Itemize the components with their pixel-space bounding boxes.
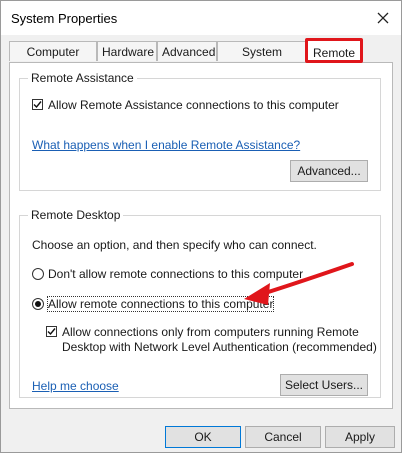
dont-allow-label: Don't allow remote connections to this c…: [48, 267, 304, 281]
nla-label-line-2: Desktop with Network Level Authenticatio…: [62, 340, 377, 354]
tab-remote[interactable]: Remote: [305, 38, 363, 63]
select-users-button[interactable]: Select Users...: [280, 374, 368, 396]
allow-remote-assistance-label: Allow Remote Assistance connections to t…: [48, 98, 339, 112]
group-title: Remote Assistance: [28, 71, 137, 85]
dont-allow-radio[interactable]: [32, 268, 44, 280]
checkmark-icon: [47, 328, 56, 336]
allow-option-row[interactable]: Allow remote connections to this compute…: [32, 296, 275, 312]
allow-radio[interactable]: [32, 298, 44, 310]
ok-button[interactable]: OK: [165, 426, 241, 448]
help-me-choose-link[interactable]: Help me choose: [32, 379, 119, 393]
nla-checkbox[interactable]: [46, 326, 57, 337]
remote-assistance-group: Remote Assistance Allow Remote Assistanc…: [19, 71, 381, 191]
allow-remote-assistance-row[interactable]: Allow Remote Assistance connections to t…: [32, 98, 339, 112]
close-button[interactable]: [365, 1, 401, 35]
radio-selected-dot: [35, 301, 41, 307]
allow-remote-assistance-checkbox[interactable]: [32, 99, 43, 110]
tab-advanced[interactable]: Advanced: [157, 41, 217, 61]
remote-desktop-instruction: Choose an option, and then specify who c…: [32, 238, 317, 252]
title-bar: System Properties: [1, 1, 401, 35]
system-properties-window: System Properties Computer Name Hardware…: [0, 0, 402, 453]
cancel-button[interactable]: Cancel: [245, 426, 321, 448]
advanced-button[interactable]: Advanced...: [290, 160, 368, 182]
tab-system-protection[interactable]: System Protection: [217, 41, 307, 79]
apply-button[interactable]: Apply: [325, 426, 395, 448]
tab-computer-name[interactable]: Computer Name: [9, 41, 97, 79]
remote-desktop-group: Remote Desktop Choose an option, and the…: [19, 208, 381, 398]
remote-assistance-help-link[interactable]: What happens when I enable Remote Assist…: [32, 138, 300, 152]
close-icon: [377, 12, 389, 24]
group-title: Remote Desktop: [28, 208, 124, 222]
allow-label: Allow remote connections to this compute…: [46, 296, 275, 312]
dont-allow-option-row[interactable]: Don't allow remote connections to this c…: [32, 267, 303, 281]
tab-hardware[interactable]: Hardware: [97, 41, 157, 61]
window-title: System Properties: [11, 11, 118, 26]
nla-option-row[interactable]: Allow connections only from computers ru…: [46, 325, 377, 355]
nla-label: Allow connections only from computers ru…: [62, 325, 377, 355]
nla-label-line-1: Allow connections only from computers ru…: [62, 325, 359, 339]
checkmark-icon: [33, 101, 42, 109]
tab-strip: Computer Name Hardware Advanced System P…: [9, 38, 395, 79]
remote-tab-panel: Remote Assistance Allow Remote Assistanc…: [9, 62, 393, 409]
